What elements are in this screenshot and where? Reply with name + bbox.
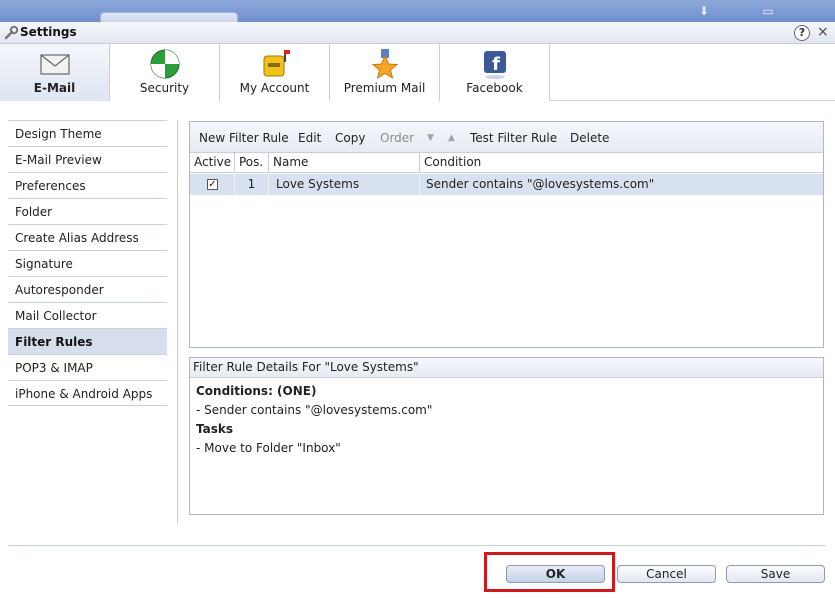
order-down-icon[interactable]: ▼: [427, 133, 434, 143]
column-header-active[interactable]: Active: [190, 153, 235, 173]
edit-button[interactable]: Edit: [298, 131, 321, 145]
category-label: Premium Mail: [343, 81, 426, 95]
order-label: Order: [380, 131, 415, 145]
category-my-account[interactable]: My Account: [220, 44, 330, 101]
task-text: - Move to Folder "Inbox": [196, 441, 341, 455]
dialog-title: Settings: [20, 25, 77, 39]
background-browser-strip: ⬇ ▭: [0, 0, 835, 22]
condition-text: - Sender contains "@lovesystems.com": [196, 403, 433, 417]
category-label: Security: [139, 81, 190, 95]
filter-toolbar: New Filter Rule Edit Copy Order ▼ ▲ Test…: [190, 122, 823, 153]
table-header: Active Pos. Name Condition: [190, 153, 823, 173]
background-tab: [100, 12, 238, 22]
category-security[interactable]: Security: [110, 44, 220, 101]
category-email[interactable]: E-Mail: [0, 44, 110, 101]
nav-item-autoresponder[interactable]: Autoresponder: [8, 276, 167, 302]
column-header-pos[interactable]: Pos.: [235, 153, 269, 173]
dialog-titlebar: Settings ? ×: [0, 22, 835, 44]
tasks-heading: Tasks: [196, 422, 234, 436]
nav-divider: [177, 120, 178, 524]
wrench-icon: [4, 25, 19, 40]
filter-details-panel: Filter Rule Details For "Love Systems" C…: [189, 357, 824, 515]
active-checkbox[interactable]: ✓: [207, 179, 218, 190]
column-header-condition[interactable]: Condition: [420, 153, 823, 173]
nav-item-iphone-android-apps[interactable]: iPhone & Android Apps: [8, 380, 167, 406]
active-cell: ✓: [190, 174, 235, 195]
filter-rules-panel: New Filter Rule Edit Copy Order ▼ ▲ Test…: [189, 121, 824, 348]
category-facebook[interactable]: f Facebook: [440, 44, 550, 101]
new-filter-rule-button[interactable]: New Filter Rule: [199, 131, 289, 145]
window-icon: ▭: [762, 4, 774, 18]
table-row[interactable]: ✓ 1 Love Systems Sender contains "@loves…: [190, 174, 823, 195]
shield-icon: [150, 49, 180, 79]
nav-item-email-preview[interactable]: E-Mail Preview: [8, 146, 167, 172]
nav-item-pop3-imap[interactable]: POP3 & IMAP: [8, 354, 167, 380]
settings-nav: Design Theme E-Mail Preview Preferences …: [8, 120, 167, 406]
nav-item-mail-collector[interactable]: Mail Collector: [8, 302, 167, 328]
nav-item-signature[interactable]: Signature: [8, 250, 167, 276]
category-label: E-Mail: [33, 81, 76, 95]
filter-rules-table: Active Pos. Name Condition ✓ 1 Love Syst…: [190, 153, 823, 195]
pos-cell: 1: [235, 174, 269, 195]
name-cell: Love Systems: [269, 174, 420, 195]
copy-button[interactable]: Copy: [335, 131, 365, 145]
star-medal-icon: [371, 49, 399, 80]
footer-divider: [8, 545, 826, 546]
details-body: Conditions: (ONE) - Sender contains "@lo…: [190, 378, 823, 458]
close-button[interactable]: ×: [817, 24, 829, 40]
nav-item-filter-rules[interactable]: Filter Rules: [8, 328, 167, 354]
svg-text:f: f: [492, 54, 500, 75]
condition-cell: Sender contains "@lovesystems.com": [426, 177, 655, 191]
delete-button[interactable]: Delete: [570, 131, 609, 145]
category-label: Facebook: [466, 81, 523, 95]
save-button[interactable]: Save: [726, 565, 825, 583]
conditions-heading: Conditions: (ONE): [196, 384, 317, 398]
category-label: My Account: [239, 81, 310, 95]
nav-item-design-theme[interactable]: Design Theme: [8, 120, 167, 146]
category-premium-mail[interactable]: Premium Mail: [330, 44, 440, 101]
order-up-icon[interactable]: ▲: [448, 133, 455, 143]
cancel-button[interactable]: Cancel: [617, 565, 716, 583]
facebook-icon: f: [484, 51, 506, 79]
download-icon: ⬇: [698, 4, 710, 18]
nav-item-create-alias-address[interactable]: Create Alias Address: [8, 224, 167, 250]
column-header-name[interactable]: Name: [269, 153, 420, 173]
nav-item-preferences[interactable]: Preferences: [8, 172, 167, 198]
mailbox-icon: [263, 50, 290, 77]
nav-item-folder[interactable]: Folder: [8, 198, 167, 224]
category-toolbar: E-Mail Security My Account Premium Mail …: [0, 44, 835, 101]
ok-button[interactable]: OK: [506, 565, 605, 583]
help-button[interactable]: ?: [794, 25, 810, 41]
test-filter-rule-button[interactable]: Test Filter Rule: [470, 131, 557, 145]
envelope-icon: [40, 54, 70, 75]
details-header: Filter Rule Details For "Love Systems": [190, 358, 823, 378]
